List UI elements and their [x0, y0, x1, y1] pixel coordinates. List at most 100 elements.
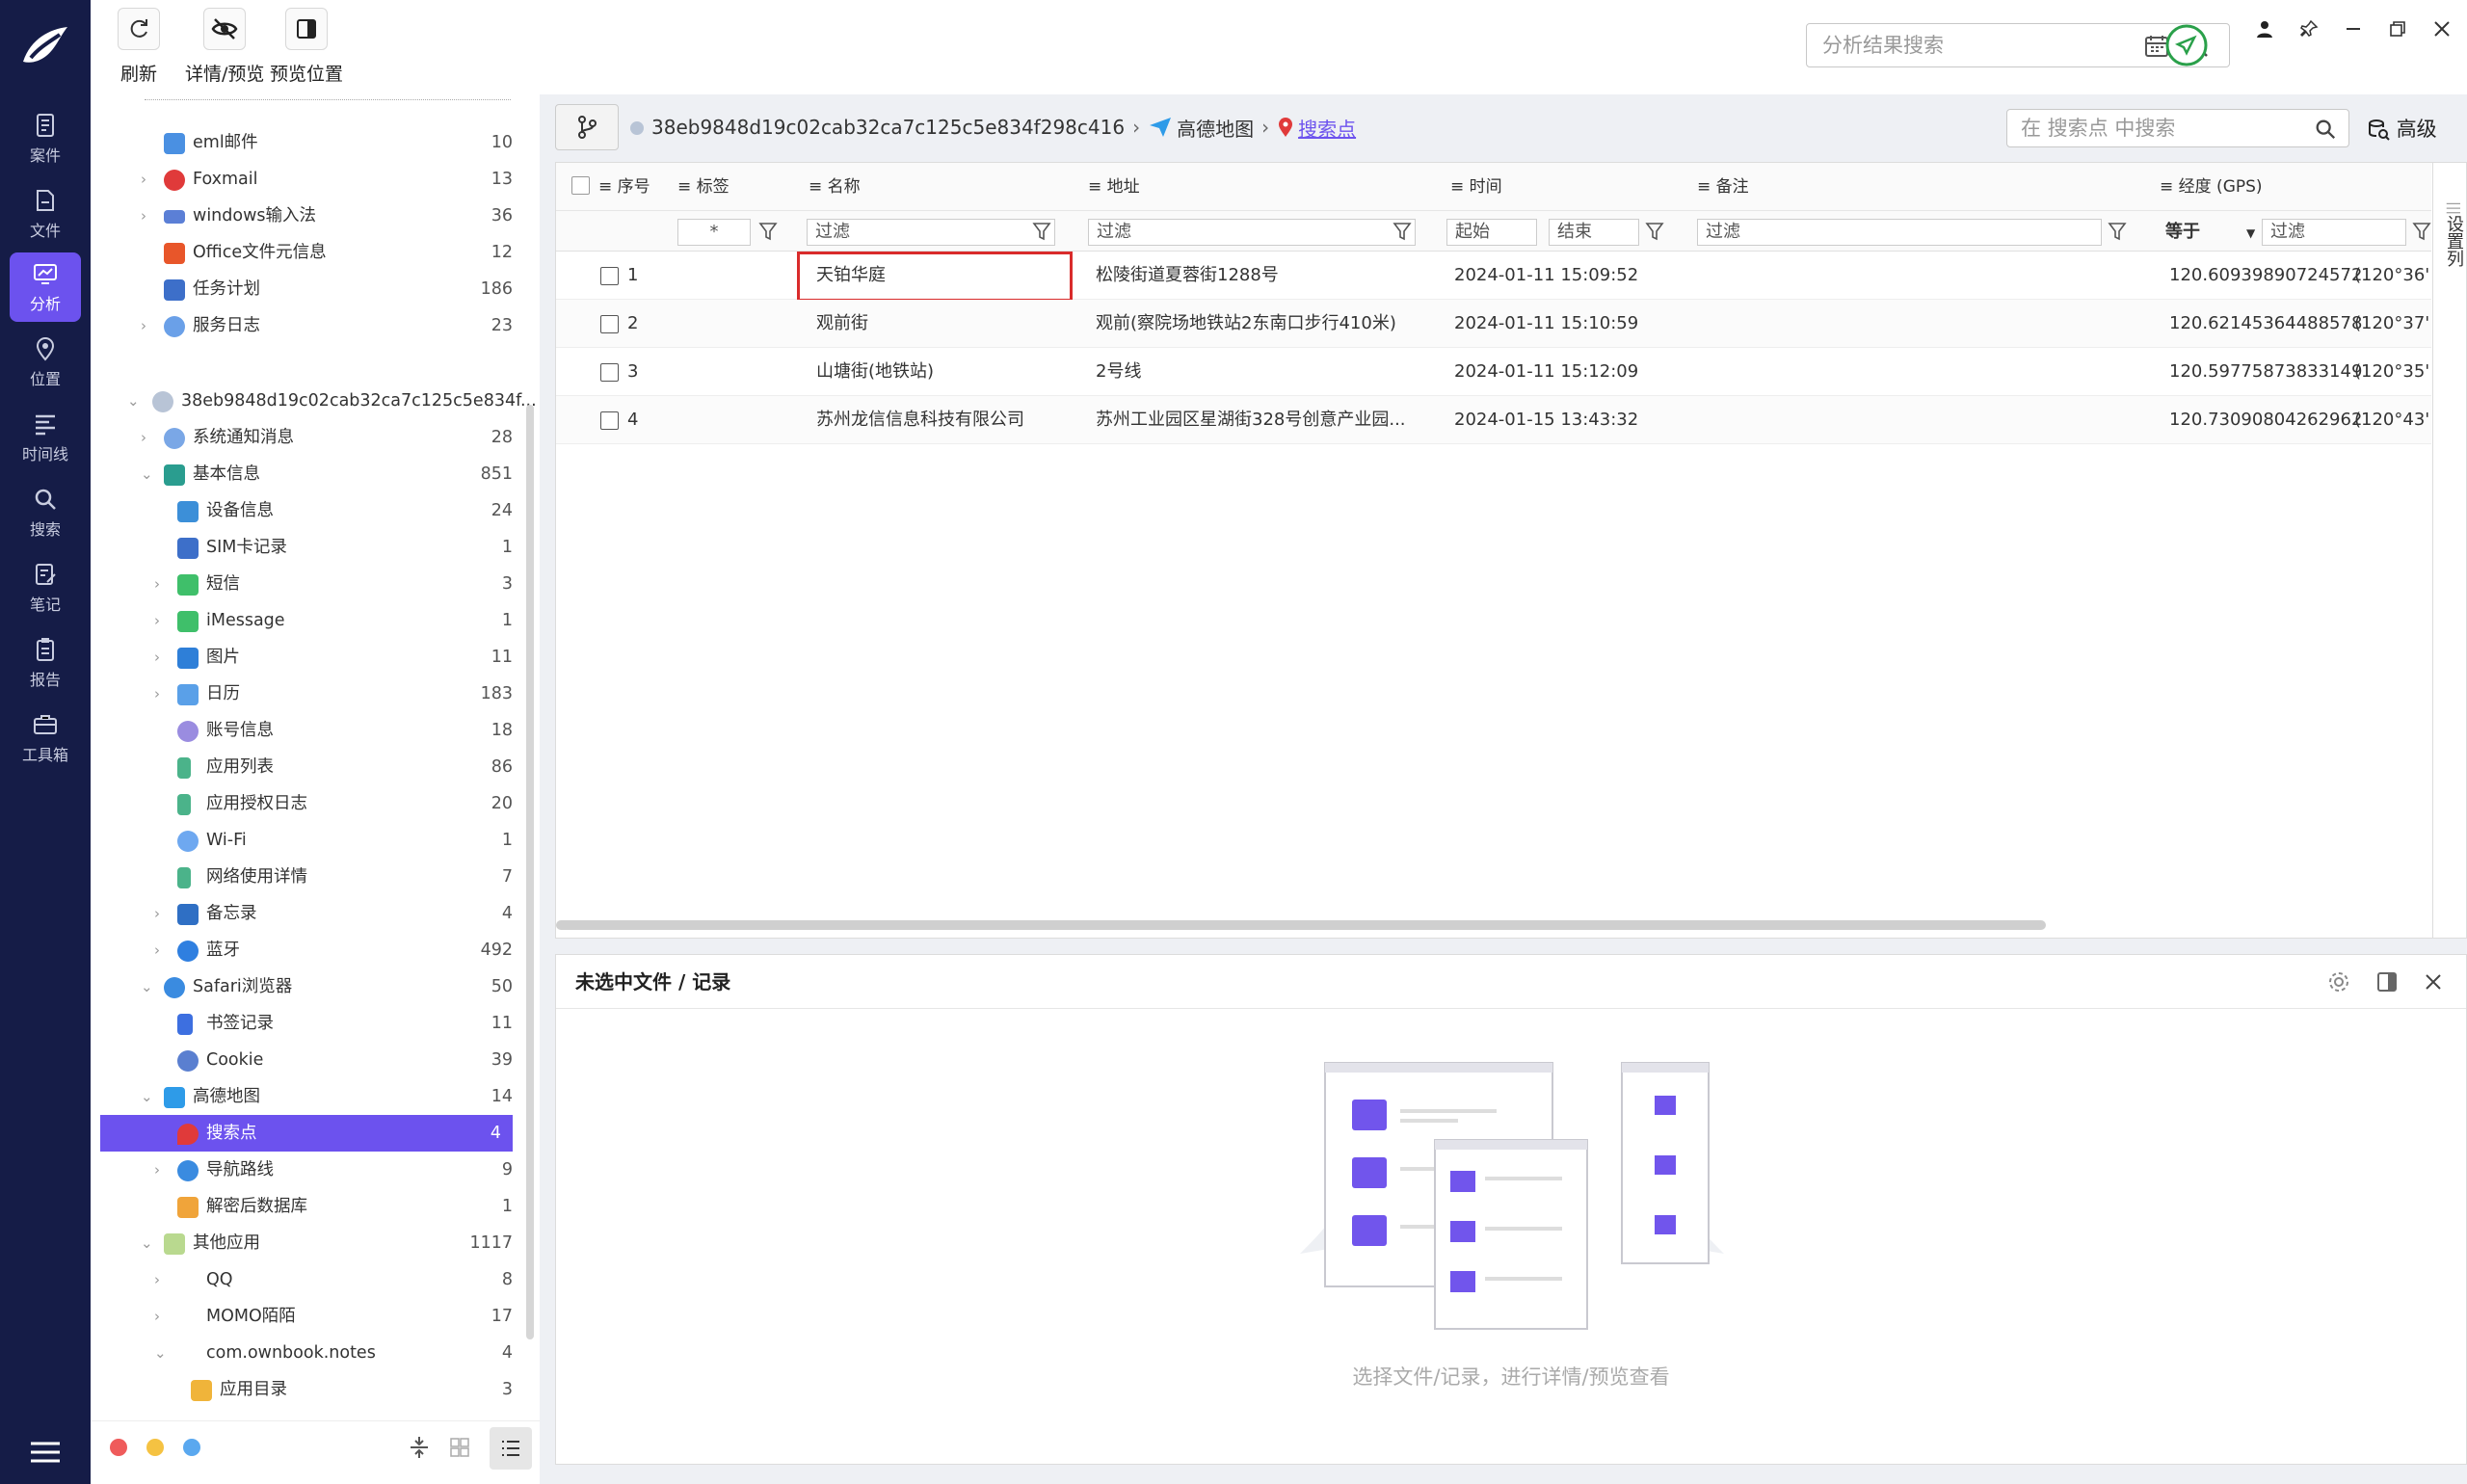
address-filter-input[interactable]: 过滤: [1088, 219, 1416, 246]
table-row[interactable]: 4 苏州龙信信息科技有限公司 苏州工业园区星湖街328号创意产业园... 202…: [556, 396, 2431, 444]
breadcrumb-current[interactable]: 搜索点: [1298, 114, 1356, 142]
tree-item[interactable]: 任务计划 186: [100, 271, 513, 307]
time-end-input[interactable]: 结束: [1549, 219, 1639, 246]
chevron-right-icon[interactable]: ›: [141, 307, 158, 344]
nav-location[interactable]: 位置: [10, 328, 81, 397]
panel-right-icon[interactable]: [2375, 970, 2399, 994]
pin-icon[interactable]: [2299, 19, 2319, 39]
chevron-down-icon[interactable]: ⌄: [141, 968, 158, 1005]
time-start-input[interactable]: 起始: [1446, 219, 1537, 246]
settings-icon[interactable]: [2327, 970, 2350, 994]
chevron-right-icon[interactable]: ›: [141, 198, 158, 234]
tree-item[interactable]: 应用列表 86: [100, 749, 513, 785]
col-time[interactable]: ≡ 时间: [1450, 163, 1502, 211]
tree-device-node[interactable]: ⌄ 38eb9848d19c02cab32ca7c125c5e834f...: [100, 383, 537, 419]
name-filter-input[interactable]: 过滤: [807, 219, 1055, 246]
col-seq[interactable]: ≡ 序号: [598, 163, 650, 211]
chevron-right-icon[interactable]: ›: [154, 676, 172, 712]
restore-icon[interactable]: [2388, 19, 2407, 39]
chevron-right-icon[interactable]: ›: [154, 602, 172, 639]
refresh-button[interactable]: 刷新: [118, 8, 160, 86]
nav-report[interactable]: 报告: [10, 628, 81, 698]
table-horizontal-scrollbar[interactable]: [556, 920, 2046, 930]
breadcrumb-app[interactable]: 高德地图: [1177, 114, 1254, 142]
tree-item[interactable]: Cookie 39: [100, 1042, 513, 1078]
filter-icon[interactable]: [2412, 221, 2431, 242]
tree-item[interactable]: 解密后数据库 1: [100, 1188, 513, 1225]
col-name[interactable]: ≡ 名称: [809, 163, 861, 211]
chevron-down-icon[interactable]: ⌄: [154, 1335, 172, 1371]
chevron-right-icon[interactable]: ›: [141, 419, 158, 456]
longitude-filter-input[interactable]: 过滤: [2262, 219, 2406, 246]
filter-icon[interactable]: [758, 221, 778, 242]
tree-item[interactable]: ⌄ 基本信息 851: [100, 456, 513, 492]
tag-filter-input[interactable]: *: [677, 219, 751, 246]
send-status-icon[interactable]: [2164, 23, 2209, 67]
tree-item[interactable]: › 蓝牙 492: [100, 932, 513, 968]
tree-item[interactable]: › Foxmail 13: [100, 161, 513, 198]
yellow-dot-icon[interactable]: [146, 1439, 164, 1456]
detail-preview-button[interactable]: 详情/预览: [185, 8, 264, 86]
tree-item[interactable]: › 短信 3: [100, 566, 513, 602]
chevron-right-icon[interactable]: ›: [154, 895, 172, 932]
chevron-right-icon[interactable]: ›: [141, 161, 158, 198]
chevron-down-icon[interactable]: ⌄: [141, 1225, 158, 1261]
nav-case[interactable]: 案件: [10, 104, 81, 173]
filter-icon[interactable]: [1032, 221, 1051, 242]
chevron-right-icon[interactable]: ›: [154, 1261, 172, 1298]
tree-item[interactable]: › 系统通知消息 28: [100, 419, 513, 456]
grid-view-icon[interactable]: [449, 1437, 470, 1458]
chevron-right-icon[interactable]: ›: [154, 932, 172, 968]
chevron-down-icon[interactable]: ⌄: [127, 383, 145, 419]
close-icon[interactable]: [2424, 972, 2443, 992]
tree-scrollbar[interactable]: [526, 405, 534, 1339]
tree-item[interactable]: › 日历 183: [100, 676, 513, 712]
tree-item[interactable]: › 服务日志 23: [100, 307, 513, 344]
nav-timeline[interactable]: 时间线: [10, 403, 81, 472]
note-filter-input[interactable]: 过滤: [1697, 219, 2102, 246]
tree-item[interactable]: ⌄ 其他应用 1117: [100, 1225, 513, 1261]
minimize-icon[interactable]: [2344, 19, 2363, 39]
tree-item[interactable]: 账号信息 18: [100, 712, 513, 749]
tree-item[interactable]: › 图片 11: [100, 639, 513, 676]
nav-file[interactable]: 文件: [10, 179, 81, 249]
chevron-down-icon[interactable]: ⌄: [141, 456, 158, 492]
list-view-button[interactable]: [490, 1427, 532, 1470]
local-search-input[interactable]: 在 搜索点 中搜索: [2006, 109, 2349, 147]
row-checkbox[interactable]: [600, 315, 619, 333]
tree-item[interactable]: 网络使用详情 7: [100, 859, 513, 895]
collapse-all-icon[interactable]: [409, 1435, 430, 1460]
row-checkbox[interactable]: [600, 363, 619, 382]
blue-dot-icon[interactable]: [183, 1439, 200, 1456]
breadcrumb-device[interactable]: 38eb9848d19c02cab32ca7c125c5e834f298c416: [651, 116, 1125, 139]
col-longitude[interactable]: ≡ 经度 (GPS): [2160, 163, 2263, 211]
chevron-right-icon[interactable]: ›: [154, 1152, 172, 1188]
tree-item[interactable]: › 备忘录 4: [100, 895, 513, 932]
tree-item[interactable]: ⌄ 高德地图 14: [100, 1078, 513, 1115]
nav-note[interactable]: 笔记: [10, 553, 81, 623]
chevron-right-icon[interactable]: ›: [154, 566, 172, 602]
tree-item[interactable]: SIM卡记录 1: [100, 529, 513, 566]
tree-item[interactable]: › 导航路线 9: [100, 1152, 513, 1188]
tree-item[interactable]: Wi-Fi 1: [100, 822, 513, 859]
tree-item[interactable]: ⌄ com.ownbook.notes 4: [100, 1335, 513, 1371]
nav-analysis[interactable]: 分析: [10, 252, 81, 322]
search-icon[interactable]: [2314, 118, 2337, 141]
nav-toolbox[interactable]: 工具箱: [10, 703, 81, 773]
filter-icon[interactable]: [2108, 221, 2127, 242]
row-checkbox[interactable]: [600, 411, 619, 430]
chevron-right-icon[interactable]: ›: [154, 1298, 172, 1335]
tree-item-selected[interactable]: 搜索点 4: [100, 1115, 513, 1152]
menu-icon[interactable]: [29, 1440, 62, 1465]
tree-item[interactable]: ⌄ Safari浏览器 50: [100, 968, 513, 1005]
tree-item[interactable]: 书签记录 11: [100, 1005, 513, 1042]
tree-item[interactable]: › QQ 8: [100, 1261, 513, 1298]
red-dot-icon[interactable]: [110, 1439, 127, 1456]
advanced-search-button[interactable]: 高级: [2367, 114, 2437, 143]
table-row[interactable]: 2 观前街 观前(察院场地铁站2东南口步行410米) 2024-01-11 15…: [556, 300, 2431, 348]
tree-item[interactable]: eml邮件 10: [100, 124, 513, 161]
select-all-checkbox[interactable]: [571, 176, 590, 195]
nav-search[interactable]: 搜索: [10, 478, 81, 547]
column-settings-button[interactable]: |||设置列: [2432, 162, 2467, 939]
col-tag[interactable]: ≡ 标签: [677, 163, 729, 211]
